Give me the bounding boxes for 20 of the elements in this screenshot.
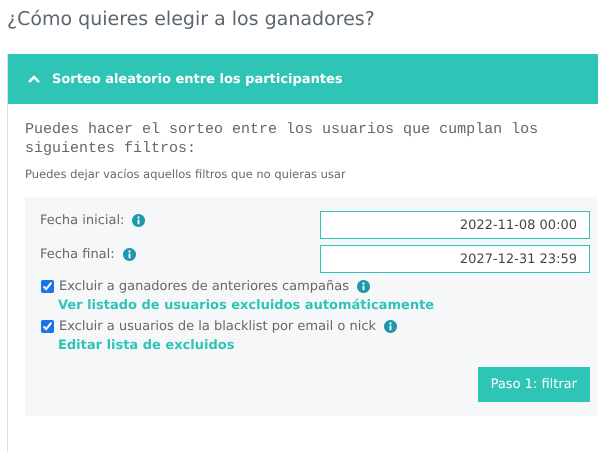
hint-text: Puedes dejar vacíos aquellos filtros que no quieras usar	[25, 167, 347, 181]
checkbox[interactable]	[41, 280, 54, 293]
info-icon[interactable]	[384, 320, 398, 333]
field-label: Fecha inicial:	[40, 213, 124, 228]
section-header[interactable]: Sorteo aleatorio entre los participantes	[8, 54, 598, 104]
checkbox[interactable]	[41, 320, 54, 333]
field-label: Fecha final:	[40, 247, 115, 262]
info-icon[interactable]	[122, 248, 136, 261]
info-icon[interactable]	[357, 280, 370, 293]
date-field[interactable]: 2022-11-08 00:00	[320, 211, 590, 239]
page-heading: ¿Cómo quieres elegir a los ganadores?	[7, 8, 376, 30]
filter-button[interactable]: Paso 1: filtrar	[478, 367, 590, 402]
checkbox-label: Excluir a ganadores de anteriores campañas	[59, 279, 349, 294]
link[interactable]: Editar lista de excluidos	[58, 338, 590, 353]
info-icon[interactable]	[132, 214, 146, 227]
date-field[interactable]: 2027-12-31 23:59	[320, 245, 590, 273]
chevron-icon	[28, 75, 40, 83]
link[interactable]: Ver listado de usuarios excluidos automáticamente	[58, 298, 590, 313]
intro-text: Puedes hacer el sorteo entre los usuarios que cumplan los siguientes filtros:	[25, 120, 540, 158]
checkbox-label: Excluir a usuarios de la blacklist por email o nick	[59, 319, 376, 334]
